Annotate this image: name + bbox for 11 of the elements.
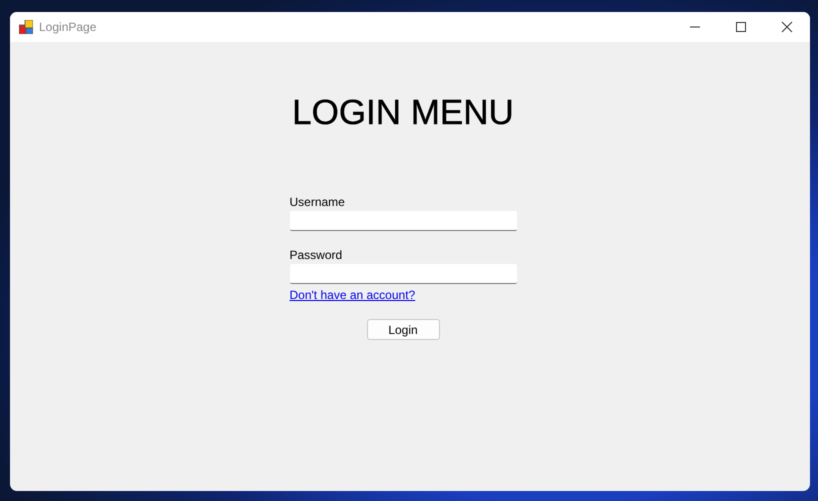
signup-link[interactable]: Don't have an account? [290, 288, 416, 302]
login-button[interactable]: Login [366, 319, 440, 340]
username-field[interactable] [290, 211, 516, 231]
field-label: Password [290, 248, 342, 262]
field-label: Username [290, 195, 345, 209]
close-icon [781, 21, 793, 33]
window-title: LoginPage [39, 20, 96, 34]
password-field[interactable] [290, 264, 516, 284]
maximize-icon [735, 21, 747, 33]
login-heading: LOGIN MENU [292, 93, 514, 133]
app-icon [19, 20, 33, 34]
